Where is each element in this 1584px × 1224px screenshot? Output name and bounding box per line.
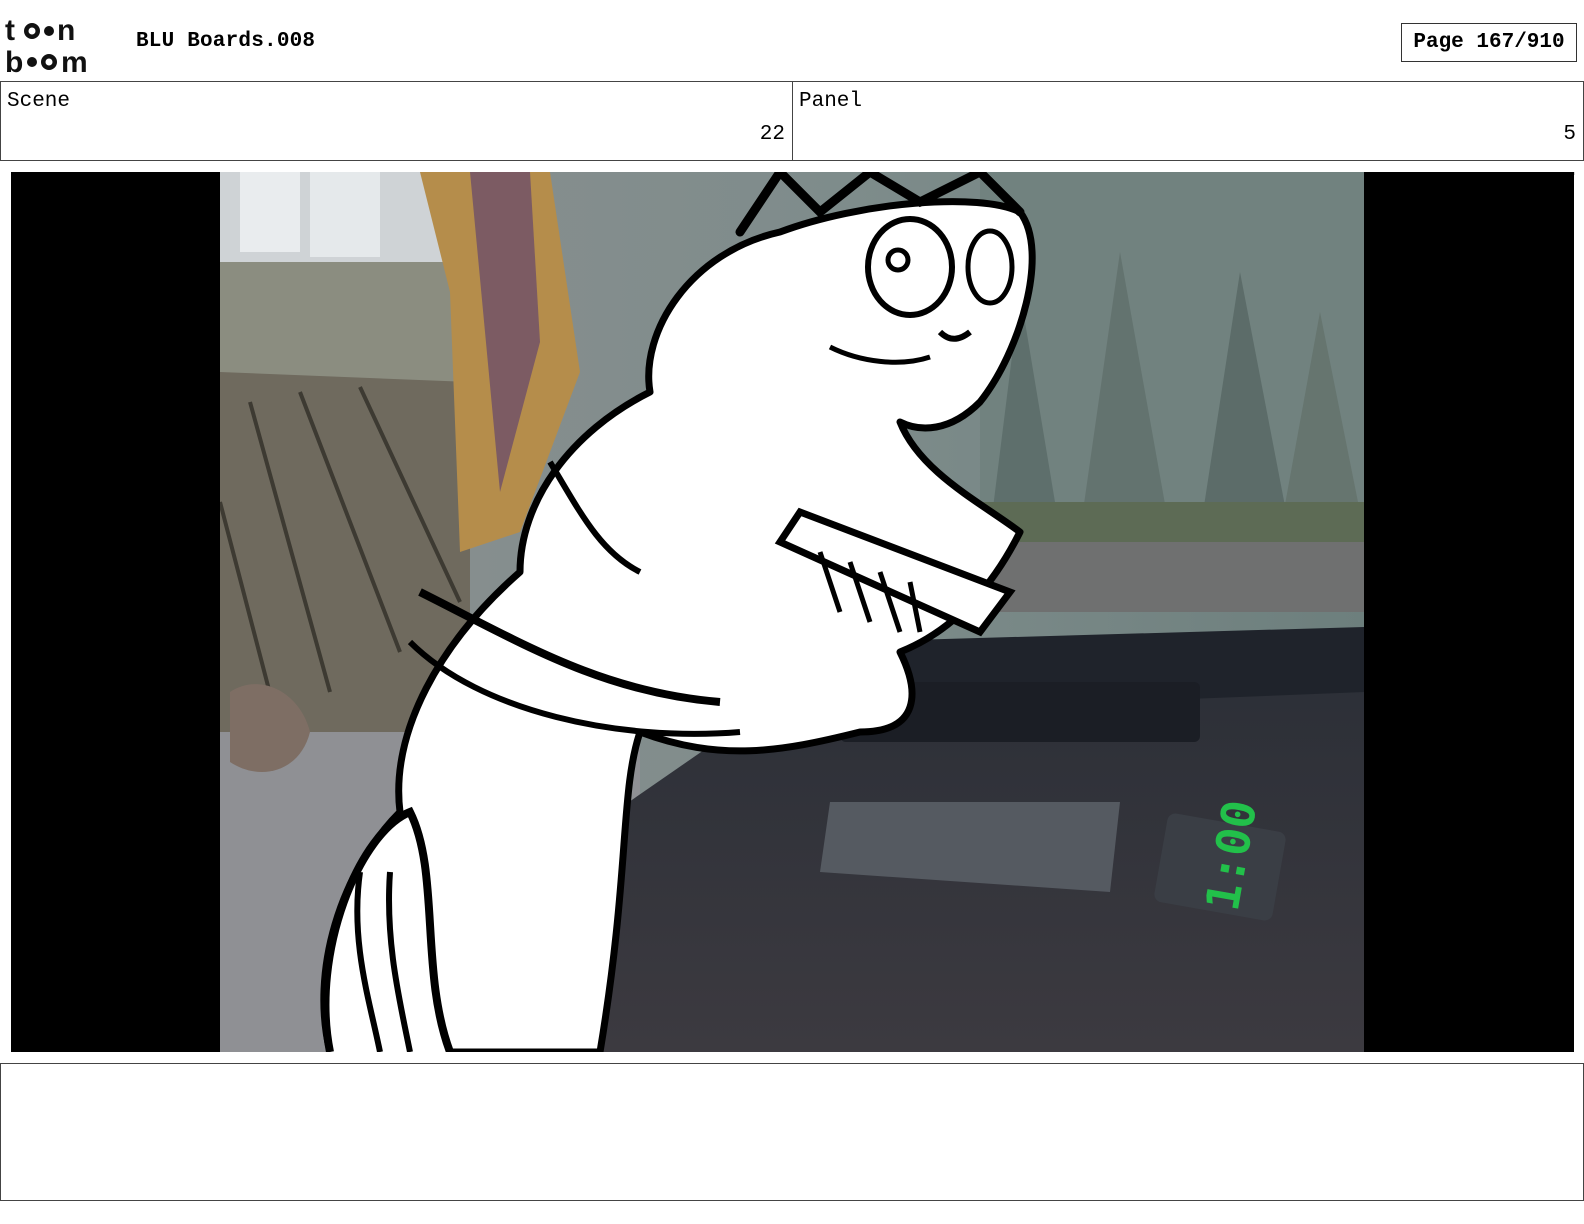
- document-title: BLU Boards.008: [136, 30, 316, 53]
- panel-number: 5: [1563, 123, 1576, 146]
- scene-number: 22: [759, 123, 785, 146]
- scene-label: Scene: [7, 90, 71, 113]
- toon-boom-logo: t n b m: [5, 14, 88, 76]
- scene-cell: Scene 22: [1, 82, 793, 160]
- svg-text:m: m: [61, 46, 88, 76]
- page-indicator: Page 167/910: [1401, 23, 1577, 62]
- svg-text:n: n: [57, 14, 75, 47]
- storyboard-panel-drawing: 1:00: [220, 172, 1364, 1052]
- svg-text:t: t: [5, 14, 15, 47]
- panel-notes-box: [0, 1063, 1584, 1201]
- storyboard-frame: 1:00: [11, 172, 1574, 1052]
- panel-label: Panel: [799, 90, 863, 113]
- svg-text:b: b: [5, 46, 23, 76]
- panel-notes-text: [1, 1064, 1583, 1080]
- panel-cell: Panel 5: [793, 82, 1583, 160]
- scene-panel-row: Scene 22 Panel 5: [0, 81, 1584, 161]
